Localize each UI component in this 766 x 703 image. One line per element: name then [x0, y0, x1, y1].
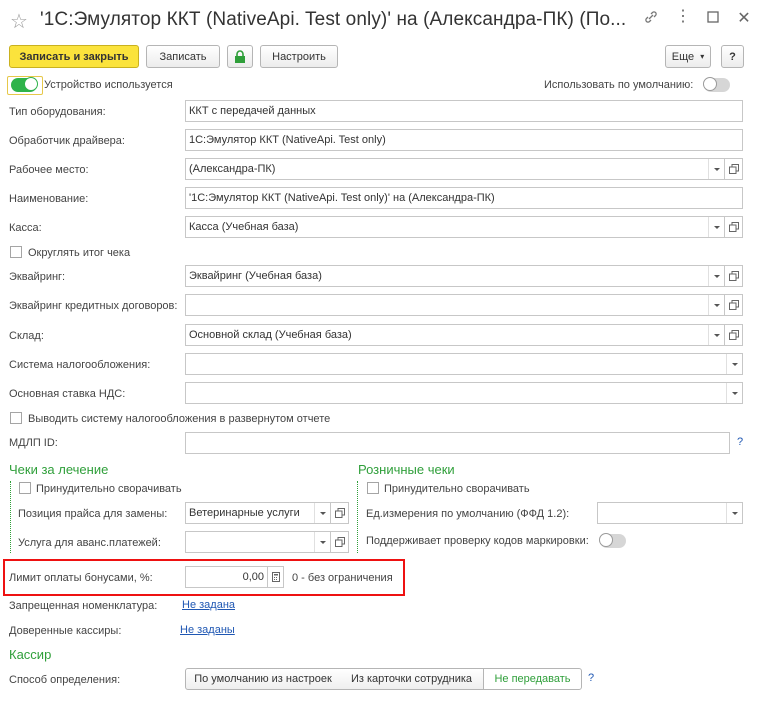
workplace-label: Рабочее место: [9, 164, 89, 176]
acquiring-input[interactable]: Эквайринг (Учебная база) [185, 265, 725, 287]
cashier-option-employee-card[interactable]: Из карточки сотрудника [340, 668, 484, 690]
lock-icon [235, 50, 245, 63]
device-used-toggle[interactable] [11, 77, 38, 92]
open-icon[interactable] [331, 502, 349, 524]
workplace-input[interactable]: (Александра-ПК) [185, 158, 725, 180]
show-tax-extended-label: Выводить систему налогообложения в разве… [28, 413, 331, 425]
bonus-limit-input[interactable]: 0,00 [185, 566, 268, 588]
retail-force-collapse-label: Принудительно сворачивать [384, 483, 530, 495]
device-used-label: Устройство используется [44, 79, 173, 91]
advance-service-input[interactable] [185, 531, 331, 553]
treatment-section-rule [10, 481, 11, 553]
cashier-option-default[interactable]: По умолчанию из настроек [185, 668, 341, 690]
favorite-star-icon[interactable]: ☆ [10, 9, 28, 34]
open-icon[interactable] [331, 531, 349, 553]
chevron-down-icon: ▾ [700, 52, 705, 61]
acquiring-value: Эквайринг (Учебная база) [189, 270, 322, 282]
open-icon[interactable] [725, 216, 743, 238]
open-icon[interactable] [725, 324, 743, 346]
chevron-down-icon[interactable] [708, 325, 724, 345]
more-button[interactable]: Еще ▾ [665, 45, 711, 68]
forbidden-label: Запрещенная номенклатура: [9, 600, 158, 612]
chevron-down-icon[interactable] [726, 354, 742, 374]
treatment-force-collapse-checkbox[interactable] [19, 482, 31, 494]
acquiring-credit-label: Эквайринг кредитных договоров: [9, 300, 178, 312]
acquiring-credit-input[interactable] [185, 294, 725, 316]
equipment-type-label: Тип оборудования: [9, 106, 106, 118]
chevron-down-icon[interactable] [708, 217, 724, 237]
close-icon[interactable]: ✕ [734, 8, 754, 28]
maximize-icon[interactable] [703, 10, 723, 28]
chevron-down-icon[interactable] [314, 503, 330, 523]
driver-label: Обработчик драйвера: [9, 135, 125, 147]
bonus-limit-label: Лимит оплаты бонусами, %: [9, 572, 153, 584]
mdlp-help-link[interactable]: ? [737, 436, 743, 448]
cashbox-input[interactable]: Касса (Учебная база) [185, 216, 725, 238]
retail-section-title: Розничные чеки [358, 462, 455, 477]
treatment-section-title: Чеки за лечение [9, 462, 109, 477]
open-icon[interactable] [725, 158, 743, 180]
open-icon[interactable] [725, 294, 743, 316]
settings-button[interactable]: Настроить [260, 45, 338, 68]
marking-check-toggle[interactable] [599, 533, 626, 548]
cashbox-value: Касса (Учебная база) [189, 221, 299, 233]
price-position-input[interactable]: Ветеринарные услуги [185, 502, 331, 524]
price-position-label: Позиция прайса для замены: [18, 508, 168, 520]
chevron-down-icon[interactable] [726, 383, 742, 403]
treatment-force-collapse-label: Принудительно сворачивать [36, 483, 182, 495]
bonus-limit-hint: 0 - без ограничения [292, 572, 393, 584]
chevron-down-icon[interactable] [708, 295, 724, 315]
window-title: '1С:Эмулятор ККТ (NativeApi. Test only)'… [40, 9, 627, 30]
unit-default-select[interactable] [597, 502, 743, 524]
cashier-method-label: Способ определения: [9, 674, 121, 686]
price-position-value: Ветеринарные услуги [189, 507, 300, 519]
cashier-option-not-transfer[interactable]: Не передавать [483, 668, 582, 690]
tax-system-label: Система налогообложения: [9, 359, 151, 371]
trusted-label: Доверенные кассиры: [9, 625, 122, 637]
more-icon[interactable]: ⋮ [673, 6, 693, 26]
chevron-down-icon[interactable] [708, 266, 724, 286]
vat-rate-select[interactable] [185, 382, 743, 404]
chevron-down-icon[interactable] [726, 503, 742, 523]
name-input[interactable]: '1С:Эмулятор ККТ (NativeApi. Test only)'… [185, 187, 743, 209]
name-label: Наименование: [9, 193, 89, 205]
round-total-checkbox[interactable] [10, 246, 22, 258]
lock-button[interactable] [227, 45, 253, 68]
cashier-section-title: Кассир [9, 647, 52, 662]
workplace-value: (Александра-ПК) [189, 163, 276, 175]
warehouse-input[interactable]: Основной склад (Учебная база) [185, 324, 725, 346]
trusted-link[interactable]: Не заданы [180, 624, 235, 636]
driver-field: 1С:Эмулятор ККТ (NativeApi. Test only) [185, 129, 743, 151]
unit-default-label: Ед.измерения по умолчанию (ФФД 1.2): [366, 508, 570, 520]
save-and-close-button[interactable]: Записать и закрыть [9, 45, 139, 68]
acquiring-label: Эквайринг: [9, 271, 66, 283]
more-button-label: Еще [671, 50, 695, 63]
open-icon[interactable] [725, 265, 743, 287]
retail-section-rule [357, 481, 358, 553]
retail-force-collapse-checkbox[interactable] [367, 482, 379, 494]
equipment-type-field: ККТ с передачей данных [185, 100, 743, 122]
warehouse-value: Основной склад (Учебная база) [189, 329, 352, 341]
calculator-icon[interactable] [268, 566, 284, 588]
marking-check-label: Поддерживает проверку кодов маркировки: [366, 535, 589, 547]
tax-system-select[interactable] [185, 353, 743, 375]
help-button[interactable]: ? [721, 45, 744, 68]
mdlp-label: МДЛП ID: [9, 437, 58, 449]
cashbox-label: Касса: [9, 222, 42, 234]
chevron-down-icon[interactable] [708, 159, 724, 179]
mdlp-input[interactable] [185, 432, 730, 454]
round-total-label: Округлять итог чека [28, 247, 131, 259]
show-tax-extended-checkbox[interactable] [10, 412, 22, 424]
vat-rate-label: Основная ставка НДС: [9, 388, 126, 400]
advance-service-label: Услуга для аванс.платежей: [18, 537, 161, 549]
link-icon[interactable] [641, 10, 661, 29]
default-use-label: Использовать по умолчанию: [544, 79, 694, 91]
chevron-down-icon[interactable] [314, 532, 330, 552]
cashier-help-link[interactable]: ? [588, 672, 594, 684]
save-button[interactable]: Записать [146, 45, 220, 68]
default-use-toggle[interactable] [703, 77, 730, 92]
forbidden-link[interactable]: Не задана [182, 599, 235, 611]
warehouse-label: Склад: [9, 330, 44, 342]
